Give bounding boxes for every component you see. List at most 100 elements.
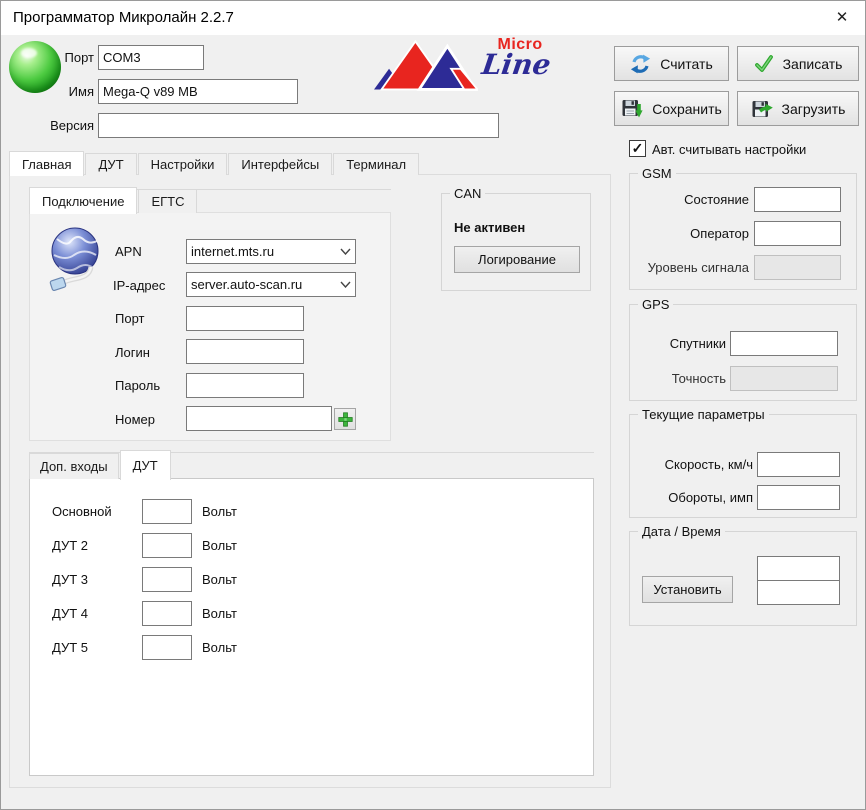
rpm-field[interactable] <box>757 485 840 510</box>
dut-row: ДУТ 3 Вольт <box>30 567 593 592</box>
name-label: Имя <box>21 84 94 99</box>
ip-label: IP-адрес <box>113 278 165 293</box>
gsm-signal-label: Уровень сигнала <box>634 260 749 275</box>
tab-nastroyki[interactable]: Настройки <box>138 153 228 175</box>
dut-row-label: ДУТ 3 <box>52 572 88 587</box>
current-params-title: Текущие параметры <box>638 407 769 422</box>
datetime-group: Дата / Время Установить <box>629 531 857 626</box>
password-label: Пароль <box>115 378 160 393</box>
dut-row-label: ДУТ 5 <box>52 640 88 655</box>
dut-row: Основной Вольт <box>30 499 593 524</box>
can-logging-button[interactable]: Логирование <box>454 246 580 273</box>
ip-combobox[interactable]: server.auto-scan.ru <box>186 272 356 297</box>
save-disk-icon <box>621 98 643 120</box>
conn-port-input[interactable] <box>186 306 304 331</box>
password-input[interactable] <box>186 373 304 398</box>
tab-dut[interactable]: ДУТ <box>85 153 136 175</box>
conn-port-label: Порт <box>115 311 144 326</box>
current-params-group: Текущие параметры Скорость, км/ч Обороты… <box>629 414 857 518</box>
login-input[interactable] <box>186 339 304 364</box>
datetime-group-title: Дата / Время <box>638 524 725 539</box>
can-group-title: CAN <box>450 186 485 201</box>
version-input[interactable] <box>98 113 499 138</box>
dut-page: Основной Вольт ДУТ 2 Вольт ДУТ 3 Вольт Д… <box>29 478 594 776</box>
read-button-label: Считать <box>660 56 713 72</box>
auto-read-label: Авт. считывать настройки <box>652 142 806 157</box>
number-input[interactable] <box>186 406 332 431</box>
port-label: Порт <box>21 50 94 65</box>
apn-label: APN <box>115 244 142 259</box>
tab-glavnaya[interactable]: Главная <box>9 151 84 176</box>
speed-field[interactable] <box>757 452 840 477</box>
version-label: Версия <box>21 118 94 133</box>
dut-row-label: Основной <box>52 504 112 519</box>
can-group: CAN Не активен Логирование <box>441 193 591 291</box>
gsm-state-label: Состояние <box>634 192 749 207</box>
gps-accuracy-label: Точность <box>634 371 726 386</box>
set-datetime-label: Установить <box>653 582 721 597</box>
apn-combobox[interactable]: internet.mts.ru <box>186 239 356 264</box>
conn-tabstrip: Подключение ЕГТС <box>29 186 198 213</box>
window-title: Программатор Микролайн 2.2.7 <box>13 1 234 35</box>
gsm-signal-field <box>754 255 841 280</box>
port-input[interactable] <box>98 45 204 70</box>
read-button[interactable]: Считать <box>614 46 729 81</box>
apn-value: internet.mts.ru <box>191 244 336 259</box>
set-datetime-button[interactable]: Установить <box>642 576 733 603</box>
titlebar: Программатор Микролайн 2.2.7 ✕ <box>1 1 865 35</box>
save-button[interactable]: Сохранить <box>614 91 729 126</box>
tab-interfeysy[interactable]: Интерфейсы <box>228 153 332 175</box>
gsm-state-field[interactable] <box>754 187 841 212</box>
dut4-input[interactable] <box>142 601 192 626</box>
close-icon[interactable]: ✕ <box>819 1 865 35</box>
rpm-label: Обороты, имп <box>634 490 753 505</box>
logo-triangles-icon <box>374 37 478 93</box>
can-logging-label: Логирование <box>478 252 556 267</box>
date-field[interactable] <box>757 556 840 581</box>
main-tabstrip: Главная ДУТ Настройки Интерфейсы Термина… <box>9 150 420 175</box>
gps-group: GPS Спутники Точность <box>629 304 857 401</box>
plus-icon <box>338 412 353 427</box>
time-field[interactable] <box>757 580 840 605</box>
dut-row-unit: Вольт <box>202 504 237 519</box>
dut-tabstrip: Доп. входы ДУТ <box>29 449 172 479</box>
auto-read-checkbox[interactable]: ✓ <box>629 140 646 157</box>
dut2-input[interactable] <box>142 533 192 558</box>
tab-podklyuchenie[interactable]: Подключение <box>29 187 137 214</box>
tab-egts[interactable]: ЕГТС <box>138 189 197 213</box>
tab-terminal[interactable]: Терминал <box>333 153 419 175</box>
gsm-group-title: GSM <box>638 166 676 181</box>
dut-row-unit: Вольт <box>202 606 237 621</box>
dut-main-input[interactable] <box>142 499 192 524</box>
write-button-label: Записать <box>783 56 843 72</box>
dut-row: ДУТ 5 Вольт <box>30 635 593 660</box>
write-button[interactable]: Записать <box>737 46 859 81</box>
tab-dut-inner[interactable]: ДУТ <box>120 450 171 480</box>
add-number-button[interactable] <box>334 408 356 430</box>
checkmark-icon: ✓ <box>632 140 644 156</box>
speed-label: Скорость, км/ч <box>634 457 753 472</box>
dut-row-unit: Вольт <box>202 640 237 655</box>
tab-dop-vhody[interactable]: Доп. входы <box>29 453 119 479</box>
gps-satellites-label: Спутники <box>634 336 726 351</box>
dut-row: ДУТ 2 Вольт <box>30 533 593 558</box>
login-label: Логин <box>115 345 150 360</box>
gps-group-title: GPS <box>638 297 673 312</box>
gps-accuracy-field <box>730 366 838 391</box>
number-label: Номер <box>115 412 155 427</box>
gps-satellites-field[interactable] <box>730 331 838 356</box>
dut5-input[interactable] <box>142 635 192 660</box>
load-disk-icon <box>751 98 773 120</box>
can-status: Не активен <box>454 220 525 235</box>
gsm-operator-field[interactable] <box>754 221 841 246</box>
load-button[interactable]: Загрузить <box>737 91 859 126</box>
check-icon <box>754 54 774 74</box>
name-input[interactable] <box>98 79 298 104</box>
chevron-down-icon <box>340 281 351 288</box>
dut-row-label: ДУТ 2 <box>52 538 88 553</box>
gsm-group: GSM Состояние Оператор Уровень сигнала <box>629 173 857 290</box>
refresh-icon <box>630 54 651 74</box>
dut-row-label: ДУТ 4 <box>52 606 88 621</box>
dut3-input[interactable] <box>142 567 192 592</box>
app-window: Программатор Микролайн 2.2.7 ✕ Порт Имя … <box>0 0 866 810</box>
